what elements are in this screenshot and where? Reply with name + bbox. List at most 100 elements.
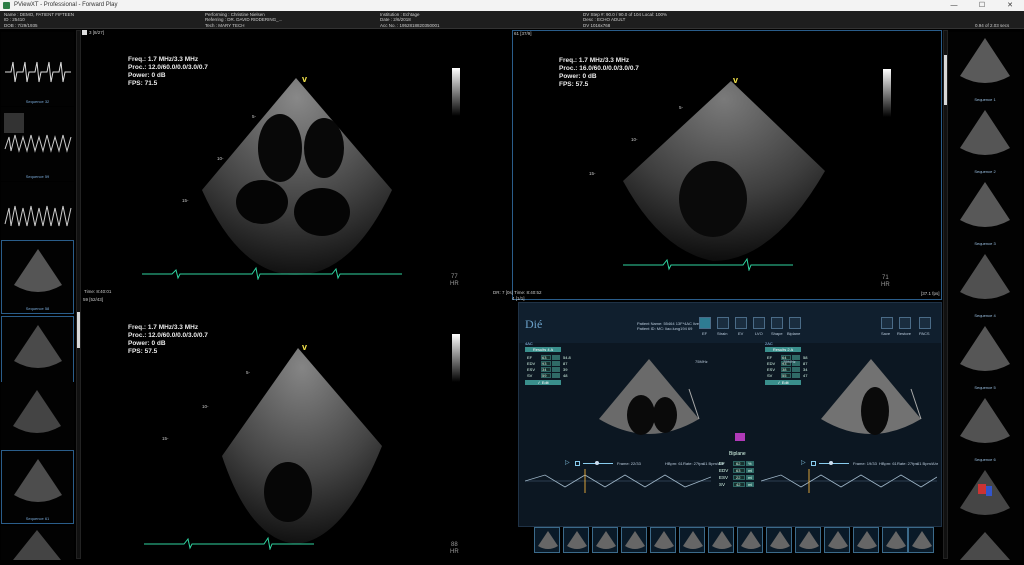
left-scrollbar[interactable] [76, 30, 81, 559]
sequence-thumbnail[interactable]: Sequence 6 [948, 392, 1022, 464]
filmstrip-frame[interactable] [563, 527, 589, 553]
filmstrip-frame[interactable] [621, 527, 647, 553]
strain-tool-button[interactable] [717, 317, 729, 329]
shape-tool-label: Shape [771, 331, 783, 336]
save-button[interactable] [881, 317, 893, 329]
left-scrollbar-thumb[interactable] [77, 312, 80, 348]
frame-indicator: 4 [1/1] [512, 296, 525, 301]
right-result-value: 38 [782, 367, 787, 372]
filmstrip-frame[interactable] [650, 527, 676, 553]
sequence-thumbnail[interactable] [948, 528, 1022, 560]
echo-thumb [13, 530, 61, 560]
sequence-thumbnail[interactable]: Sequence 32 [1, 32, 74, 106]
echo-thumb [960, 182, 1010, 227]
analysis-echo-left [599, 359, 700, 435]
grayscale-bar [883, 69, 891, 117]
stop-button[interactable] [575, 461, 580, 466]
minimize-button[interactable]: — [940, 0, 968, 11]
filmstrip-frame[interactable] [795, 527, 821, 553]
ef-tool-button[interactable] [699, 317, 711, 329]
right-results-tab[interactable]: Results 2 A [765, 347, 801, 352]
lv-analysis-window[interactable]: Dié Patient Name: 55464 13F*4AC live Pat… [518, 302, 942, 527]
grayscale-bar [452, 68, 460, 116]
playback-rate: Rate: 27fps [897, 461, 918, 466]
biplane-unit: ml [748, 482, 753, 487]
sequence-thumbnail[interactable]: Sequence 60 [1, 382, 74, 456]
biplane-label: EDV [719, 468, 729, 473]
right-scrollbar[interactable] [943, 30, 948, 559]
filmstrip-frame[interactable] [592, 527, 618, 553]
right-result-value: 58 [803, 355, 808, 360]
biplane-tool-button[interactable] [789, 317, 801, 329]
sequence-thumbnail[interactable]: Sequence 2 [948, 104, 1022, 176]
heart-rate-label: HR [881, 282, 890, 288]
patient-info-bar: Name : DEMO, PATIENT FIFTEEN ID : 25410 … [0, 11, 1024, 29]
filmstrip-frame[interactable] [908, 527, 934, 553]
sequence-thumbnail[interactable]: Sequence 59 [1, 107, 74, 181]
depth-label: 5- [252, 114, 257, 119]
sequence-thumbnail[interactable]: Sequence 61 [1, 450, 74, 524]
sequence-thumbnail[interactable] [1, 526, 74, 560]
ecg-trace [144, 536, 314, 550]
doppler-trace-thumb [4, 113, 72, 153]
right-result-label: EF [767, 355, 773, 360]
lvo-tool-label: LVO [755, 331, 763, 336]
filmstrip-frame[interactable] [679, 527, 705, 553]
filmstrip-frame[interactable] [737, 527, 763, 553]
sequence-thumbnail[interactable]: Sequence 55 [1, 316, 74, 390]
left-edit-button[interactable]: ✓ Edit [525, 380, 561, 385]
sequence-caption: Sequence 5 [974, 385, 996, 390]
sequence-thumbnail[interactable]: Sequence 3 [948, 176, 1022, 248]
filmstrip-frame[interactable] [766, 527, 792, 553]
filmstrip-frame[interactable] [708, 527, 734, 553]
play-button[interactable]: ▷ [565, 459, 570, 466]
stop-button[interactable] [811, 461, 816, 466]
maximize-button[interactable]: ☐ [968, 0, 996, 11]
window-title: PViewXT - Professional - Forward Play [14, 2, 118, 8]
restore-button[interactable] [899, 317, 911, 329]
heart-rate-label: HR [450, 281, 459, 287]
left-view-header: 4AC [525, 341, 533, 346]
filmstrip-frame[interactable] [534, 527, 560, 553]
sequence-thumbnail[interactable]: Sequence 7 [948, 464, 1022, 536]
play-button[interactable]: ▷ [801, 459, 806, 466]
shape-tool-button[interactable] [771, 317, 783, 329]
biplane-unit: % [748, 461, 752, 466]
viewport-top-left[interactable]: 3 [8/27] Freq.: 1.7 MHz/3.3 MHz Proc.: 1… [82, 30, 510, 300]
playback-slider-thumb[interactable] [595, 461, 599, 465]
close-button[interactable]: ✕ [996, 0, 1024, 11]
sequence-thumbnail[interactable]: Sequence 1 [948, 32, 1022, 104]
depth-label: 15- [162, 436, 169, 441]
depth-label: 10- [631, 137, 638, 142]
sequence-thumbnail[interactable]: Sequence 4 [948, 248, 1022, 320]
right-edit-button[interactable]: ✓ Edit [765, 380, 801, 385]
filmstrip-frame[interactable] [853, 527, 879, 553]
viewport-top-right[interactable]: 61 [37/9] Freq.: 1.7 MHz/3.3 MHz Proc.: … [493, 30, 942, 300]
filmstrip-frame[interactable] [824, 527, 850, 553]
playback-slider[interactable] [819, 463, 849, 464]
left-results-tab[interactable]: Results 4 A [525, 347, 561, 352]
right-result-value: 87 [803, 361, 808, 366]
ev-tool-button[interactable] [735, 317, 747, 329]
sequence-thumbnail[interactable]: Sequence 58 [1, 240, 74, 314]
biplane-title: Biplane [729, 451, 746, 457]
heart-rate-value: 88 [450, 542, 458, 548]
right-result-cell [792, 373, 800, 378]
sequence-caption: Sequence 2 [974, 169, 996, 174]
analysis-patient-id: Patient ID: MC: liao.lung194 69 [637, 326, 693, 331]
lvo-tool-button[interactable] [753, 317, 765, 329]
sequence-thumbnail[interactable]: Sequence 5 [948, 320, 1022, 392]
right-scrollbar-thumb[interactable] [944, 55, 947, 105]
depth-label: 15- [589, 171, 596, 176]
heart-bpm: HBpm: 61 [879, 461, 897, 466]
viewport-bottom-left[interactable]: 59 [52/43] Freq.: 1.7 MHz/3.3 MHz Proc.:… [82, 296, 510, 559]
left-result-label: ESV [527, 367, 536, 372]
grayscale-bar [452, 334, 460, 382]
acquisition-time: Time: 8:40:01 [84, 289, 112, 294]
sequence-caption: Sequence 32 [25, 99, 50, 104]
pacs-button[interactable] [919, 317, 931, 329]
filmstrip-frame[interactable] [882, 527, 908, 553]
heart-bpm: HBpm: 61 [665, 461, 683, 466]
playback-slider-thumb[interactable] [829, 461, 833, 465]
analysis-echo-right [821, 359, 922, 435]
